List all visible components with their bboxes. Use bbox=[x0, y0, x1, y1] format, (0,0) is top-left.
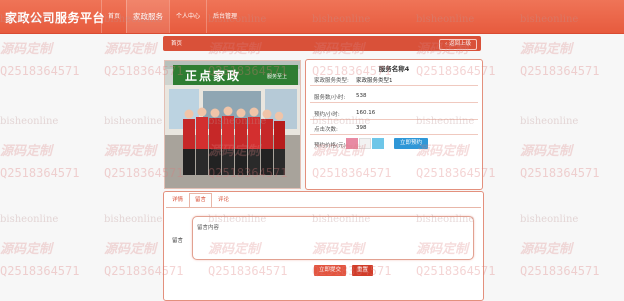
detail-label-count: 服务数/小时: bbox=[314, 95, 346, 101]
back-button-label: 返回上级 bbox=[448, 41, 471, 47]
tab-message[interactable]: 留言 bbox=[189, 193, 213, 208]
comment-textarea[interactable]: 留言内容 bbox=[192, 216, 474, 260]
detail-label-type: 家政服务类型: bbox=[314, 78, 349, 84]
nav-item-profile[interactable]: 个人中心 bbox=[169, 0, 206, 33]
detail-row-clicks: 点击次数: 398 bbox=[310, 123, 478, 135]
nav-item-home[interactable]: 首页 bbox=[101, 0, 126, 33]
booking-label: 预约价格(元): bbox=[314, 143, 348, 149]
breadcrumb-home[interactable]: 首页 bbox=[171, 39, 182, 47]
tab-details[interactable]: 详情 bbox=[166, 193, 189, 208]
quantity-input[interactable] bbox=[359, 138, 371, 149]
photo-sign-sub: 服务至上 bbox=[267, 74, 288, 80]
detail-value-clicks: 398 bbox=[356, 125, 367, 131]
submit-comment-button[interactable]: 立即提交 bbox=[314, 265, 347, 276]
service-detail-panel: 服务名称4 家政服务类型: 家政服务类型1 服务数/小时: 538 预约/小时:… bbox=[305, 59, 483, 190]
tab-divider bbox=[166, 207, 481, 208]
form-actions: 立即提交 重置 bbox=[314, 265, 379, 276]
photo-sign-text: 正点家政 bbox=[185, 69, 242, 83]
detail-row-price: 预约/小时: 160.16 bbox=[310, 108, 478, 120]
nav-item-admin[interactable]: 后台管理 bbox=[206, 0, 243, 33]
top-navbar: 家政公司服务平台 首页 家政服务 个人中心 后台管理 bbox=[0, 0, 624, 34]
increment-button[interactable] bbox=[372, 138, 384, 149]
book-now-button[interactable]: 立即预约 bbox=[394, 138, 429, 149]
comment-field-label: 留言 bbox=[172, 238, 184, 244]
comment-section: 详情 留言 评论 留言 留言内容 立即提交 重置 bbox=[163, 191, 484, 301]
quantity-stepper bbox=[346, 138, 385, 149]
detail-label-clicks: 点击次数: bbox=[314, 127, 338, 133]
breadcrumb-bar: 首页 ‹ 返回上级 bbox=[163, 36, 481, 51]
service-name: 服务名称4 bbox=[378, 65, 410, 73]
service-photo: 正点家政 服务至上 bbox=[164, 60, 301, 189]
detail-value-price: 160.16 bbox=[356, 110, 376, 116]
tab-reviews[interactable]: 评论 bbox=[212, 193, 235, 208]
detail-value-count: 538 bbox=[356, 93, 367, 99]
comment-placeholder: 留言内容 bbox=[197, 225, 220, 231]
back-button[interactable]: ‹ 返回上级 bbox=[439, 39, 477, 50]
brand-title[interactable]: 家政公司服务平台 bbox=[5, 9, 105, 26]
reset-button[interactable]: 重置 bbox=[352, 265, 374, 276]
nav-item-services[interactable]: 家政服务 bbox=[126, 0, 170, 33]
decrement-button[interactable] bbox=[346, 138, 358, 149]
detail-label-price: 预约/小时: bbox=[314, 112, 340, 118]
detail-row-type: 家政服务类型: 家政服务类型1 bbox=[310, 74, 478, 86]
detail-row-count: 服务数/小时: 538 bbox=[310, 91, 478, 103]
detail-value-type: 家政服务类型1 bbox=[356, 78, 393, 84]
detail-tabs: 详情 留言 评论 bbox=[166, 193, 235, 208]
main-nav: 首页 家政服务 个人中心 后台管理 bbox=[101, 0, 243, 33]
